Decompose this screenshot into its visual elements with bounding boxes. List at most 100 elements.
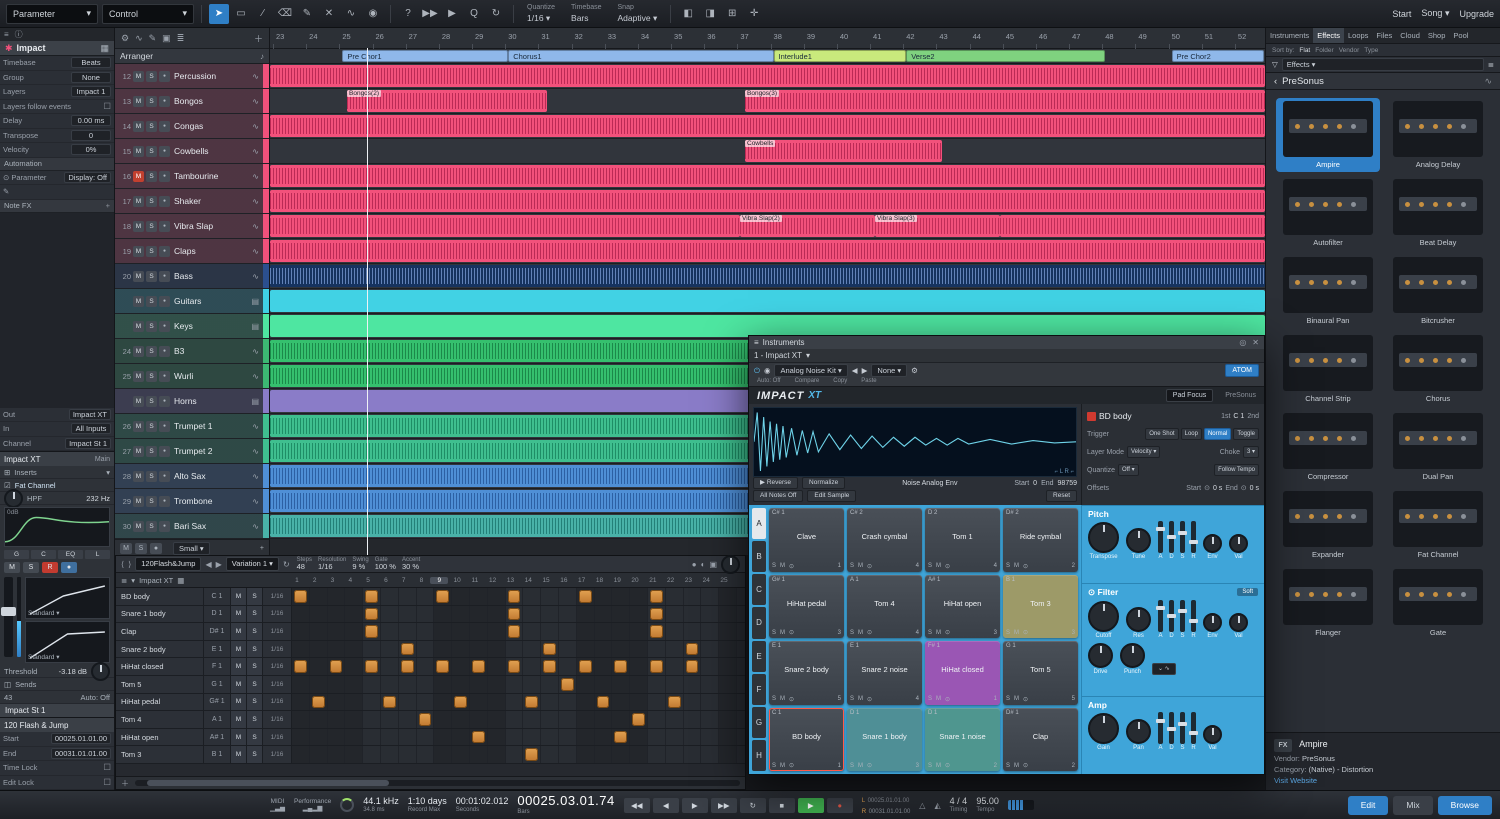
dot-icon[interactable]: ● bbox=[692, 560, 697, 569]
menu-icon[interactable]: ≡ bbox=[4, 30, 9, 39]
step-cell[interactable] bbox=[452, 588, 470, 605]
playhead[interactable] bbox=[367, 48, 368, 555]
pad-dial-icon[interactable]: ⊙ bbox=[867, 696, 872, 703]
step-cell[interactable] bbox=[595, 588, 613, 605]
bank-button-H[interactable]: H bbox=[752, 740, 766, 771]
track-row[interactable]: 17MS●Shaker∿ bbox=[115, 189, 269, 214]
step-cell[interactable] bbox=[559, 676, 577, 693]
panel-right-icon[interactable]: ◨ bbox=[700, 4, 720, 24]
track-mute-button[interactable]: M bbox=[133, 321, 144, 332]
step-cell[interactable] bbox=[381, 676, 399, 693]
end-value[interactable]: 98759 bbox=[1058, 480, 1077, 487]
pattern-row-mute[interactable]: M bbox=[231, 623, 247, 640]
pattern-row-mute[interactable]: M bbox=[231, 694, 247, 711]
active-step[interactable] bbox=[508, 625, 521, 638]
step-cell[interactable] bbox=[577, 729, 595, 746]
plugin-item[interactable]: Ampire bbox=[1276, 98, 1380, 172]
step-cell[interactable] bbox=[666, 606, 684, 623]
track-mute-button[interactable]: M bbox=[133, 246, 144, 257]
rows-icon[interactable]: ≣ bbox=[121, 576, 127, 585]
step-cell[interactable] bbox=[541, 676, 559, 693]
jump-end-button[interactable]: ▶▶ bbox=[711, 798, 737, 813]
step-cell[interactable] bbox=[541, 623, 559, 640]
offset-start-value[interactable]: 0 s bbox=[1213, 485, 1222, 492]
active-step[interactable] bbox=[650, 660, 663, 673]
arranger-section[interactable]: Chorus1 bbox=[508, 50, 773, 62]
step-cell[interactable] bbox=[292, 623, 310, 640]
step-cell[interactable] bbox=[488, 676, 506, 693]
step-cell[interactable] bbox=[684, 606, 702, 623]
step-cell[interactable] bbox=[328, 641, 346, 658]
step-cell[interactable] bbox=[292, 729, 310, 746]
drum-pad[interactable]: D 1Snare 1 bodySM⊙3 bbox=[847, 708, 922, 772]
active-step[interactable] bbox=[419, 713, 432, 726]
step-cell[interactable] bbox=[719, 729, 737, 746]
step-cell[interactable] bbox=[630, 623, 648, 640]
active-step[interactable] bbox=[365, 660, 378, 673]
bank-button-E[interactable]: E bbox=[752, 641, 766, 672]
back-chevron-icon[interactable]: ‹ bbox=[1274, 76, 1277, 87]
pad-dial-icon[interactable]: ⊙ bbox=[1023, 563, 1028, 570]
step-cell[interactable] bbox=[666, 746, 684, 763]
pattern-row-solo[interactable]: S bbox=[247, 676, 263, 693]
audio-clip[interactable] bbox=[270, 115, 1265, 137]
step-cell[interactable] bbox=[488, 588, 506, 605]
track-solo-button[interactable]: S bbox=[146, 446, 157, 457]
step-cell[interactable] bbox=[417, 694, 435, 711]
step-cell[interactable] bbox=[612, 676, 630, 693]
plugin-item[interactable]: Bitcrusher bbox=[1386, 254, 1490, 328]
plugin-item[interactable]: Compressor bbox=[1276, 410, 1380, 484]
preset-knob-icon[interactable]: ◉ bbox=[764, 366, 771, 375]
step-cell[interactable] bbox=[470, 746, 488, 763]
step-cell[interactable] bbox=[595, 658, 613, 675]
step-cell[interactable] bbox=[630, 588, 648, 605]
step-cell[interactable] bbox=[506, 641, 524, 658]
step-cell[interactable] bbox=[648, 694, 666, 711]
audio-clip[interactable]: Bongos(2) bbox=[347, 90, 547, 112]
preset-select[interactable]: Analog Noise Kit ▾ bbox=[774, 364, 847, 377]
step-cell[interactable] bbox=[417, 606, 435, 623]
step-number-23[interactable]: 23 bbox=[680, 577, 698, 584]
track-name[interactable]: Bari Sax bbox=[172, 521, 250, 531]
step-cell[interactable] bbox=[345, 658, 363, 675]
step-cell[interactable] bbox=[684, 746, 702, 763]
step-cell[interactable] bbox=[328, 588, 346, 605]
step-cell[interactable] bbox=[310, 729, 328, 746]
track-monitor-button[interactable]: ● bbox=[159, 296, 170, 307]
step-cell[interactable] bbox=[470, 711, 488, 728]
active-step[interactable] bbox=[668, 696, 681, 709]
step-cell[interactable] bbox=[719, 641, 737, 658]
pattern-row-solo[interactable]: S bbox=[247, 588, 263, 605]
grid-icon[interactable]: ⊞ bbox=[722, 4, 742, 24]
track-solo-button[interactable]: S bbox=[146, 71, 157, 82]
pattern-row-mute[interactable]: M bbox=[231, 658, 247, 675]
track-row[interactable]: MS●Keys▤ bbox=[115, 314, 269, 339]
pencil-icon[interactable]: ✎ bbox=[3, 187, 111, 196]
step-number-16[interactable]: 16 bbox=[555, 577, 573, 584]
step-cell[interactable] bbox=[488, 641, 506, 658]
step-cell[interactable] bbox=[292, 711, 310, 728]
pattern-row-mute[interactable]: M bbox=[231, 588, 247, 605]
step-number-17[interactable]: 17 bbox=[573, 577, 591, 584]
track-name[interactable]: Bass bbox=[172, 271, 250, 281]
step-cell[interactable] bbox=[666, 676, 684, 693]
step-cell[interactable] bbox=[541, 641, 559, 658]
track-name[interactable]: Percussion bbox=[172, 71, 250, 81]
step-cell[interactable] bbox=[434, 623, 452, 640]
track-solo-button[interactable]: S bbox=[146, 321, 157, 332]
pad-dial-icon[interactable]: ⊙ bbox=[867, 563, 872, 570]
pad-mute-button[interactable]: M bbox=[1014, 763, 1019, 769]
inspector-param-value[interactable]: 0% bbox=[71, 144, 111, 155]
step-cell[interactable] bbox=[470, 588, 488, 605]
half-icon[interactable]: ◐ bbox=[701, 560, 706, 569]
pad-solo-button[interactable]: S bbox=[928, 696, 932, 702]
step-cell[interactable] bbox=[577, 746, 595, 763]
active-step[interactable] bbox=[472, 660, 485, 673]
step-cell[interactable] bbox=[541, 606, 559, 623]
layer-mode-select[interactable]: Velocity ▾ bbox=[1127, 446, 1160, 458]
step-cell[interactable] bbox=[452, 623, 470, 640]
active-step[interactable] bbox=[508, 660, 521, 673]
split-tool-icon[interactable]: ∕ bbox=[253, 4, 273, 24]
step-cell[interactable] bbox=[328, 676, 346, 693]
pad-mute-button[interactable]: M bbox=[936, 563, 941, 569]
